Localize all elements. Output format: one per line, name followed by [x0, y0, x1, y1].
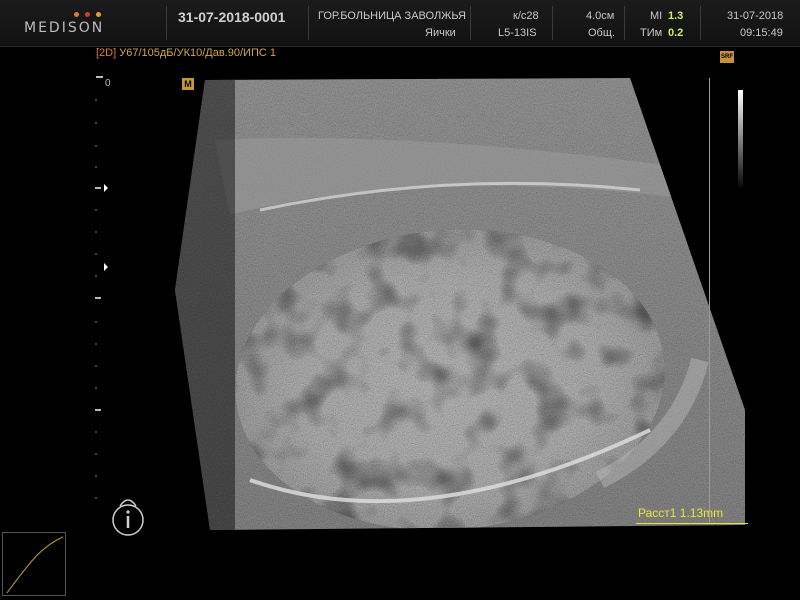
srf-indicator-icon: SRF — [720, 51, 734, 63]
depth-scale — [95, 76, 108, 499]
post-processing-curve-icon[interactable] — [2, 532, 66, 596]
header-divider — [552, 6, 553, 40]
imaging-mode: [2D] — [96, 47, 117, 59]
header-divider — [700, 6, 701, 40]
tim-value: 0.2 — [668, 27, 684, 39]
ultrasound-scan[interactable] — [0, 60, 800, 530]
header-bar: MEDISON 31-07-2018-0001 ГОР.БОЛЬНИЦА ЗАВ… — [0, 0, 800, 47]
depth-zero-label: 0 — [105, 78, 111, 89]
header-divider — [470, 6, 471, 40]
header-divider — [166, 6, 167, 40]
brand-name: MEDISON — [24, 20, 105, 36]
grayscale-bar — [738, 90, 743, 190]
study-name: Яички — [425, 27, 456, 39]
exam-date: 31-07-2018 — [727, 10, 784, 22]
brand-dots — [74, 12, 101, 17]
imaging-params: У67/105дБ/УК10/Дав.90/ — [119, 47, 244, 59]
patient-id: 31-07-2018-0001 — [178, 9, 286, 25]
focus-marker-icon[interactable] — [104, 263, 108, 271]
depth-value: 4.0см — [586, 10, 615, 22]
hospital-name: ГОР.БОЛЬНИЦА ЗАВОЛЖЬЯ — [318, 10, 466, 22]
brand-dot — [74, 12, 79, 17]
tim-label: ТИм — [640, 27, 663, 39]
brand-dot — [96, 12, 101, 17]
mi-value: 1.3 — [668, 10, 684, 22]
brand-dot — [85, 12, 90, 17]
scan-sector — [175, 78, 745, 530]
distance-measurement: Расст1 1.13mm — [638, 506, 724, 520]
header-divider — [624, 6, 625, 40]
focus-marker-icon[interactable] — [104, 184, 108, 192]
tgc-line — [709, 78, 710, 523]
header-divider — [308, 6, 309, 40]
imaging-parameters: [2D] У67/105дБ/УК10/Дав.90/ИПС 1 — [96, 47, 276, 59]
preset-name: Общ. — [588, 27, 615, 39]
frame-rate: к/с28 — [513, 10, 539, 22]
ultrasound-image-area[interactable]: 0 M SRF Расст1 1.13mm — [0, 51, 800, 536]
orientation-marker-icon: M — [182, 78, 194, 90]
probe-name: L5-13IS — [498, 27, 537, 39]
mi-label: MI — [650, 10, 663, 22]
measurement-underline — [636, 523, 748, 524]
probe-orientation-icon[interactable] — [110, 492, 146, 538]
exam-time: 09:15:49 — [740, 27, 783, 39]
ips-value: ИПС 1 — [243, 47, 276, 59]
brand-logo: MEDISON — [24, 8, 114, 40]
